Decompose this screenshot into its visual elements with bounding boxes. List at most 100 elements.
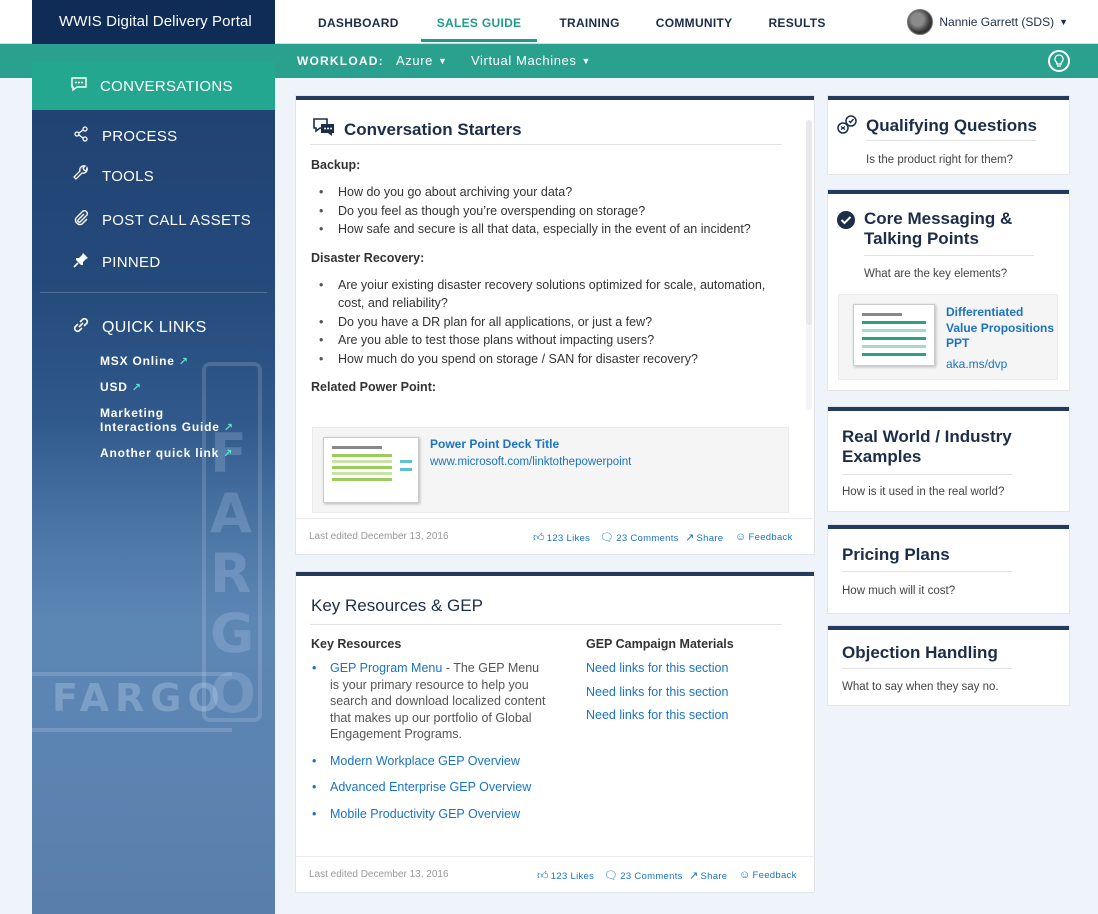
- resource-link[interactable]: Modern Workplace GEP Overview: [330, 754, 520, 768]
- list-item: Are yoiur existing disaster recovery sol…: [311, 276, 781, 313]
- resource-link[interactable]: Advanced Enterprise GEP Overview: [330, 780, 531, 794]
- divider: [842, 668, 1012, 669]
- campaign-link[interactable]: Need links for this section: [586, 660, 796, 677]
- quick-link-marketing-guide[interactable]: Marketing Interactions Guide ↗: [100, 406, 275, 435]
- share-button[interactable]: ↗ Share: [685, 531, 723, 544]
- dvp-title-link[interactable]: Differentiated Value Propositions PPT: [946, 305, 1054, 352]
- paperclip-icon: [70, 209, 92, 231]
- list-item: Do you have a DR plan for all applicatio…: [311, 313, 781, 332]
- quick-link-usd[interactable]: USD ↗: [100, 380, 275, 395]
- lightbulb-icon[interactable]: [1048, 50, 1070, 72]
- card-title-line: Talking Points: [864, 229, 979, 248]
- qualifying-questions-card[interactable]: Qualifying Questions Is the product righ…: [828, 96, 1069, 174]
- sidebar-item-tools[interactable]: TOOLS: [32, 156, 275, 196]
- card-title: Pricing Plans: [842, 545, 950, 564]
- thumb-line: [400, 468, 412, 471]
- dvp-title-line: PPT: [946, 336, 970, 350]
- sidebar-item-conversations[interactable]: CONVERSATIONS: [32, 62, 275, 110]
- likes-count: 123 Likes: [550, 871, 595, 882]
- list-item: How much do you spend on storage / SAN f…: [311, 350, 781, 369]
- sidebar-item-post-call-assets[interactable]: POST CALL ASSETS: [32, 200, 275, 240]
- ppt-title-link[interactable]: Power Point Deck Title: [430, 437, 559, 451]
- nav-dashboard[interactable]: DASHBOARD: [316, 0, 401, 42]
- app-title[interactable]: WWIS Digital Delivery Portal: [32, 0, 275, 44]
- pricing-plans-card[interactable]: Pricing Plans How much will it cost?: [828, 525, 1069, 613]
- comments-button[interactable]: 🗨︎ 23 Comments: [604, 869, 683, 882]
- share-nodes-icon: [70, 126, 92, 146]
- nav-sales-guide[interactable]: SALES GUIDE: [420, 0, 538, 42]
- core-messaging-card[interactable]: Core Messaging & Talking Points What are …: [828, 190, 1069, 390]
- card-subtitle: What are the key elements?: [864, 268, 1008, 280]
- card-header: Qualifying Questions: [836, 112, 1037, 141]
- resource-link[interactable]: Mobile Productivity GEP Overview: [330, 807, 520, 821]
- conversation-starters-card: Conversation Starters Backup: How do you…: [296, 96, 814, 554]
- dvp-title-line: Differentiated: [946, 305, 1024, 319]
- quick-link-msx-online[interactable]: MSX Online ↗: [100, 354, 275, 369]
- list-item: Modern Workplace GEP Overview: [311, 753, 546, 770]
- scrollbar-thumb[interactable]: [806, 120, 812, 325]
- likes-count: 123 Likes: [546, 533, 591, 544]
- workload-category-dropdown[interactable]: Virtual Machines ▼: [471, 53, 591, 68]
- thumb-line: [862, 345, 926, 348]
- objection-handling-card[interactable]: Objection Handling What to say when they…: [828, 626, 1069, 705]
- sidebar-item-label: CONVERSATIONS: [100, 77, 233, 95]
- key-resources-card: Key Resources & GEP Key Resources GEP Pr…: [296, 572, 814, 892]
- campaign-link[interactable]: Need links for this section: [586, 707, 796, 724]
- last-edited: Last edited December 13, 2016: [309, 531, 449, 542]
- related-power-point-item[interactable]: Power Point Deck Title www.microsoft.com…: [312, 427, 789, 513]
- likes-button[interactable]: 👍︎ 123 Likes: [533, 531, 590, 544]
- thumbs-up-icon: 👍︎: [533, 532, 545, 544]
- ppt-thumbnail: [323, 437, 419, 503]
- quick-link-label: USD: [100, 380, 128, 394]
- divider: [310, 624, 782, 625]
- gep-program-menu-link[interactable]: GEP Program Menu: [330, 661, 442, 675]
- list-item: Advanced Enterprise GEP Overview: [311, 779, 546, 796]
- card-title: Qualifying Questions: [866, 116, 1037, 135]
- nav-results[interactable]: RESULTS: [766, 0, 827, 42]
- thumb-line: [332, 466, 392, 469]
- divider: [842, 571, 1012, 572]
- feedback-button[interactable]: ☺ Feedback: [735, 531, 793, 543]
- thumb-line: [332, 446, 382, 449]
- thumb-line: [862, 337, 926, 340]
- quick-link-another[interactable]: Another quick link ↗: [100, 446, 275, 461]
- wrench-icon: [70, 165, 92, 187]
- feedback-button[interactable]: ☺ Feedback: [739, 869, 797, 881]
- chevron-down-icon: ▼: [1059, 17, 1068, 27]
- gep-campaign-column: GEP Campaign Materials Need links for th…: [586, 637, 796, 731]
- divider: [842, 474, 1012, 475]
- dvp-thumbnail: [853, 304, 935, 366]
- nav-training[interactable]: TRAINING: [557, 0, 621, 42]
- card-title-line: Examples: [842, 447, 922, 466]
- campaign-link[interactable]: Need links for this section: [586, 684, 796, 701]
- card-title: Core Messaging & Talking Points: [864, 209, 1012, 249]
- dvp-title-line: Value Propositions: [946, 320, 1055, 335]
- quick-link-label: Another quick link: [100, 446, 220, 460]
- sidebar-item-process[interactable]: PROCESS: [32, 116, 275, 156]
- key-resources-list: GEP Program Menu - The GEP Menu is your …: [311, 660, 546, 822]
- sidebar-item-pinned[interactable]: PINNED: [32, 242, 275, 282]
- backup-heading: Backup:: [311, 158, 361, 172]
- thumb-line: [862, 329, 926, 332]
- card-footer: Last edited December 13, 2016 👍︎ 123 Like…: [296, 518, 814, 554]
- card-title: Key Resources & GEP: [311, 596, 483, 615]
- nav-community[interactable]: COMMUNITY: [654, 0, 735, 42]
- backup-list: How do you go about archiving your data?…: [311, 183, 781, 239]
- likes-button[interactable]: 👍︎ 123 Likes: [537, 869, 594, 882]
- card-title-line: Core Messaging &: [864, 209, 1013, 228]
- share-button[interactable]: ↗ Share: [689, 869, 727, 882]
- gep-campaign-heading: GEP Campaign Materials: [586, 637, 734, 651]
- dvp-url-link[interactable]: aka.ms/dvp: [946, 357, 1007, 371]
- thumbs-up-icon: 👍︎: [537, 870, 549, 882]
- share-icon: ↗: [685, 532, 695, 544]
- dvp-resource-item[interactable]: Differentiated Value Propositions PPT aka.…: [838, 294, 1058, 380]
- top-nav: DASHBOARD SALES GUIDE TRAINING COMMUNITY…: [300, 0, 844, 44]
- quick-link-label: Interactions Guide: [100, 420, 220, 434]
- comments-button[interactable]: 🗨︎ 23 Comments: [600, 531, 679, 544]
- list-item: How do you go about archiving your data?: [311, 183, 781, 202]
- comment-icon: 🗨︎: [604, 870, 619, 882]
- user-menu[interactable]: Nannie Garrett (SDS) ▼: [907, 9, 1068, 35]
- ppt-url-link[interactable]: www.microsoft.com/linktothepowerpoint: [430, 456, 631, 468]
- workload-product-dropdown[interactable]: Azure ▼: [396, 53, 447, 68]
- real-world-card[interactable]: Real World / Industry Examples How is it …: [828, 407, 1069, 511]
